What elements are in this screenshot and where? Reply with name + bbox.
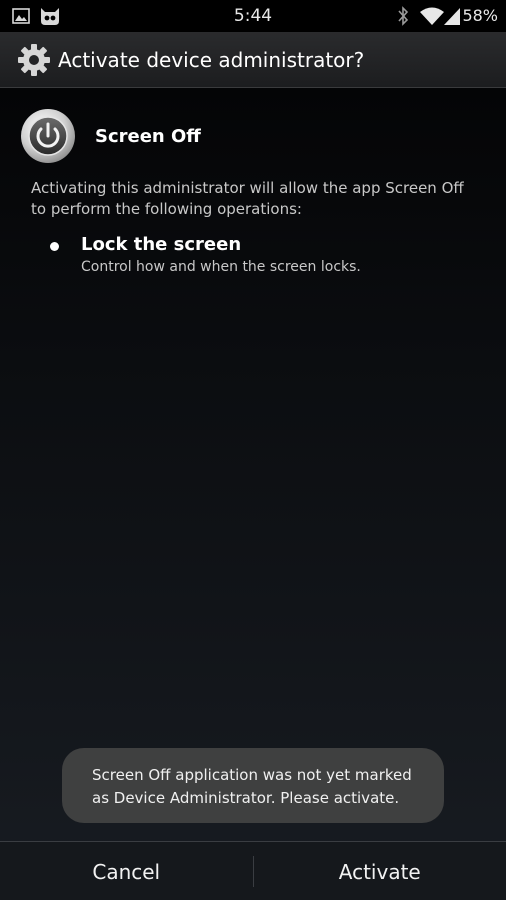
app-header: Screen Off	[20, 108, 201, 164]
app-name: Screen Off	[95, 125, 201, 147]
power-button-icon	[20, 108, 76, 164]
toast-message: Screen Off application was not yet marke…	[62, 748, 444, 823]
bullet-icon	[50, 242, 59, 251]
battery-percentage: 58%	[462, 6, 498, 25]
bluetooth-icon	[396, 0, 410, 32]
cell-signal-icon	[443, 0, 461, 32]
dialog-title: Activate device administrator?	[58, 47, 365, 72]
cancel-button[interactable]: Cancel	[0, 842, 253, 900]
admin-description: Activating this administrator will allow…	[31, 179, 464, 218]
screen: 5:44 58% Activate device administrator? …	[0, 0, 506, 900]
status-bar: 5:44 58%	[0, 0, 506, 32]
policy-title: Lock the screen	[81, 234, 242, 255]
policy-description: Control how and when the screen locks.	[81, 259, 361, 275]
dialog-title-bar: Activate device administrator?	[0, 32, 506, 88]
wifi-icon	[419, 0, 445, 32]
dialog-button-bar: Cancel Activate	[0, 841, 506, 900]
activate-button[interactable]: Activate	[254, 842, 506, 900]
gear-icon	[16, 42, 52, 78]
